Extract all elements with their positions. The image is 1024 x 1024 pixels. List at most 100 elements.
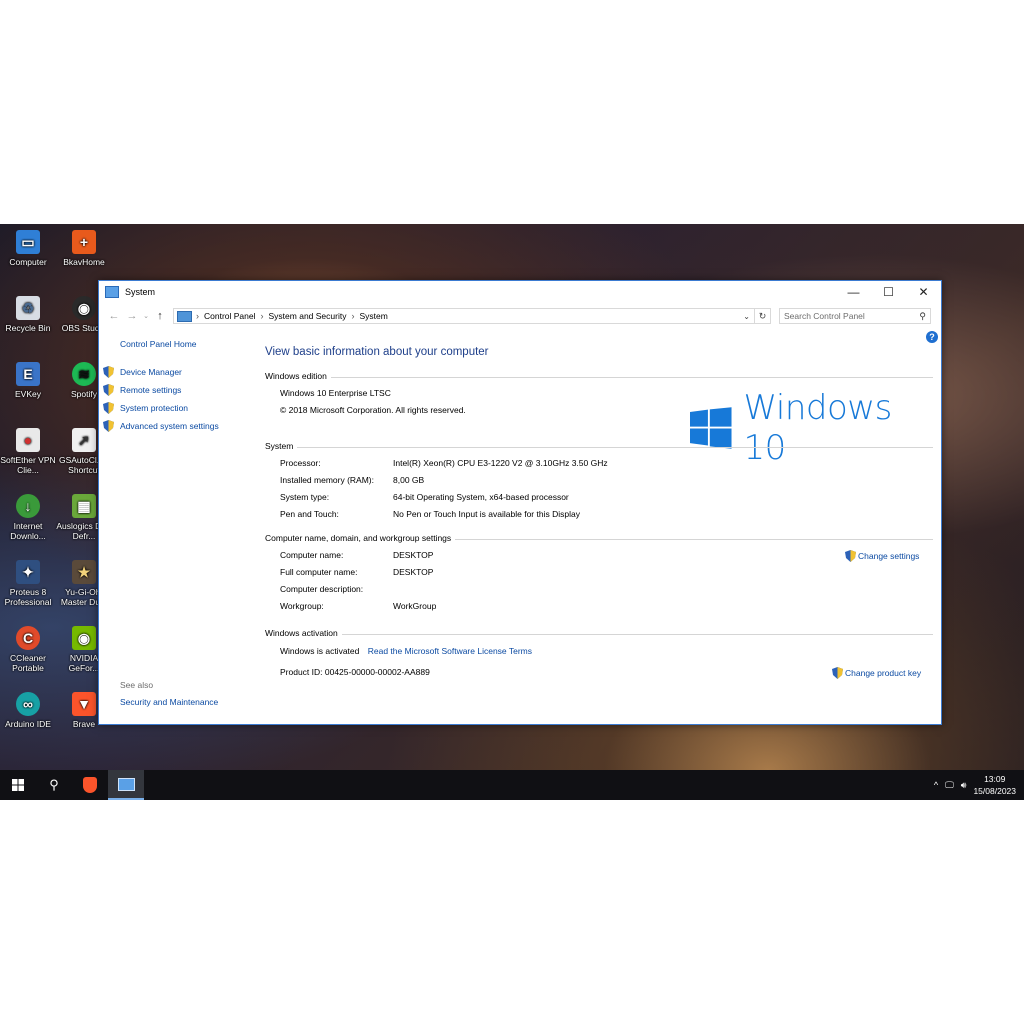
clock-date: 15/08/2023	[973, 786, 1016, 796]
network-icon[interactable]: 🖵	[945, 780, 954, 791]
row-value: DESKTOP	[393, 550, 434, 560]
title-bar[interactable]: System — ☐ ✕	[99, 281, 941, 303]
row-label: Pen and Touch:	[280, 509, 339, 519]
uac-shield-icon	[103, 420, 114, 432]
breadcrumb-control-panel[interactable]: Control Panel	[204, 311, 256, 321]
recycle-bin-icon: ♻	[16, 296, 40, 320]
volume-icon[interactable]: 🔊︎	[961, 780, 967, 791]
bkav-icon: +	[72, 230, 96, 254]
breadcrumb-separator-icon: ›	[196, 311, 199, 321]
help-icon[interactable]: ?	[926, 331, 938, 343]
security-and-maintenance-link[interactable]: Security and Maintenance	[120, 697, 218, 707]
desktop-icon-proteus[interactable]: ✦ Proteus 8 Professional	[0, 560, 56, 607]
row-value: No Pen or Touch Input is available for t…	[393, 509, 580, 519]
yugioh-icon: ★	[72, 560, 96, 584]
ccleaner-icon: C	[16, 626, 40, 650]
internet-download-icon: ↓	[16, 494, 40, 518]
windows-edition-name: Windows 10 Enterprise LTSC	[280, 388, 391, 398]
change-settings-button[interactable]: Change settings	[845, 550, 919, 562]
softether-icon: ●	[16, 428, 40, 452]
forward-arrow-icon[interactable]: →	[123, 310, 141, 322]
workgroup-row: Workgroup: WorkGroup	[280, 601, 436, 611]
row-label: Computer name:	[280, 550, 344, 560]
desktop-icon-evkey[interactable]: E EVKey	[0, 362, 56, 399]
system-tray: ^ 🖵 🔊︎ 13:09 15/08/2023	[934, 773, 1024, 797]
start-button[interactable]	[0, 770, 36, 800]
back-arrow-icon[interactable]: ←	[105, 310, 123, 322]
sidebar-item-advanced-system-settings[interactable]: Advanced system settings	[103, 420, 219, 432]
up-arrow-icon[interactable]: ↑	[151, 310, 169, 322]
section-title: Windows activation	[265, 628, 342, 638]
control-panel-icon	[177, 310, 192, 322]
section-divider	[265, 447, 933, 448]
advanced-system-settings-link[interactable]: Advanced system settings	[120, 421, 219, 431]
address-bar[interactable]: › Control Panel › System and Security › …	[173, 308, 755, 324]
row-label: Computer description:	[280, 584, 364, 594]
refresh-icon[interactable]: ↻	[755, 308, 771, 324]
search-icon[interactable]: ⚲	[919, 311, 926, 322]
breadcrumb-system[interactable]: System	[359, 311, 387, 321]
close-button[interactable]: ✕	[906, 285, 941, 299]
system-protection-link[interactable]: System protection	[120, 403, 188, 413]
sidebar-item-system-protection[interactable]: System protection	[103, 402, 188, 414]
maximize-button[interactable]: ☐	[871, 285, 906, 299]
control-panel-icon	[117, 777, 135, 791]
windows-10-logo: Windows 10	[690, 388, 933, 468]
row-label: Full computer name:	[280, 567, 358, 577]
change-product-key-button[interactable]: Change product key	[832, 667, 921, 679]
row-label: Installed memory (RAM):	[280, 475, 374, 485]
desktop-icon-bkavhome[interactable]: + BkavHome	[56, 230, 112, 267]
address-dropdown-icon[interactable]: ⌄	[739, 312, 754, 321]
proteus-icon: ✦	[16, 560, 40, 584]
remote-settings-link[interactable]: Remote settings	[120, 385, 181, 395]
section-divider	[265, 377, 933, 378]
taskbar-brave-button[interactable]	[72, 770, 108, 800]
desktop-icon-arduino[interactable]: ∞ Arduino IDE	[0, 692, 56, 729]
uac-shield-icon	[103, 402, 114, 414]
section-title: System	[265, 441, 298, 451]
gsautoclicker-icon: ➚	[72, 428, 96, 452]
desktop-icon-ccleaner[interactable]: C CCleaner Portable	[0, 626, 56, 673]
license-terms-link[interactable]: Read the Microsoft Software License Term…	[368, 646, 532, 656]
computer-description-row: Computer description:	[280, 584, 393, 594]
system-window-icon	[105, 286, 119, 298]
uac-shield-icon	[103, 384, 114, 396]
uac-shield-icon	[103, 366, 114, 378]
system-row-processor: Processor: Intel(R) Xeon(R) CPU E3-1220 V…	[280, 458, 608, 468]
computer-name-row: Computer name: DESKTOP	[280, 550, 433, 560]
search-taskbar-button[interactable]: ⚲	[36, 770, 72, 800]
row-value: WorkGroup	[393, 601, 437, 611]
sidebar-item-remote-settings[interactable]: Remote settings	[103, 384, 181, 396]
system-row-memory: Installed memory (RAM): 8,00 GB	[280, 475, 424, 485]
row-value: Intel(R) Xeon(R) CPU E3-1220 V2 @ 3.10GH…	[393, 458, 608, 468]
nvidia-icon: ◉	[72, 626, 96, 650]
recent-locations-chevron-icon[interactable]: ⌄	[141, 312, 151, 320]
clock[interactable]: 13:09 15/08/2023	[973, 773, 1016, 797]
row-value: 8,00 GB	[393, 475, 425, 485]
desktop-icon-recycle-bin[interactable]: ♻ Recycle Bin	[0, 296, 56, 333]
activation-status: Windows is activated	[280, 646, 360, 656]
breadcrumb-separator-icon: ›	[260, 311, 264, 321]
breadcrumb-system-and-security[interactable]: System and Security	[269, 311, 347, 321]
minimize-button[interactable]: —	[836, 285, 871, 299]
row-value: DESKTOP	[393, 567, 434, 577]
device-manager-link[interactable]: Device Manager	[120, 367, 182, 377]
brave-icon: ▼	[72, 692, 96, 716]
desktop-icon-softether[interactable]: ● SoftEther VPN Clie...	[0, 428, 56, 475]
windows-logo-icon	[690, 407, 732, 449]
auslogics-icon: ▦	[72, 494, 96, 518]
copyright-text: © 2018 Microsoft Corporation. All rights…	[280, 405, 466, 415]
sidebar-item-device-manager[interactable]: Device Manager	[103, 366, 182, 378]
search-icon: ⚲	[49, 777, 59, 792]
system-window: System — ☐ ✕ ← → ⌄ ↑ › Control Panel › S…	[98, 280, 942, 725]
full-computer-name-row: Full computer name: DESKTOP	[280, 567, 433, 577]
show-hidden-icons-icon[interactable]: ^	[934, 780, 938, 790]
window-title: System	[125, 287, 156, 297]
search-input[interactable]: Search Control Panel ⚲	[779, 308, 931, 324]
system-row-system-type: System type: 64-bit Operating System, x64…	[280, 492, 569, 502]
section-divider	[265, 634, 933, 635]
desktop-icon-computer[interactable]: ▭ Computer	[0, 230, 56, 267]
control-panel-home-link[interactable]: Control Panel Home	[120, 339, 197, 349]
taskbar-control-panel-button[interactable]	[108, 770, 144, 800]
desktop-icon-internet-download[interactable]: ↓ Internet Downlo...	[0, 494, 56, 541]
